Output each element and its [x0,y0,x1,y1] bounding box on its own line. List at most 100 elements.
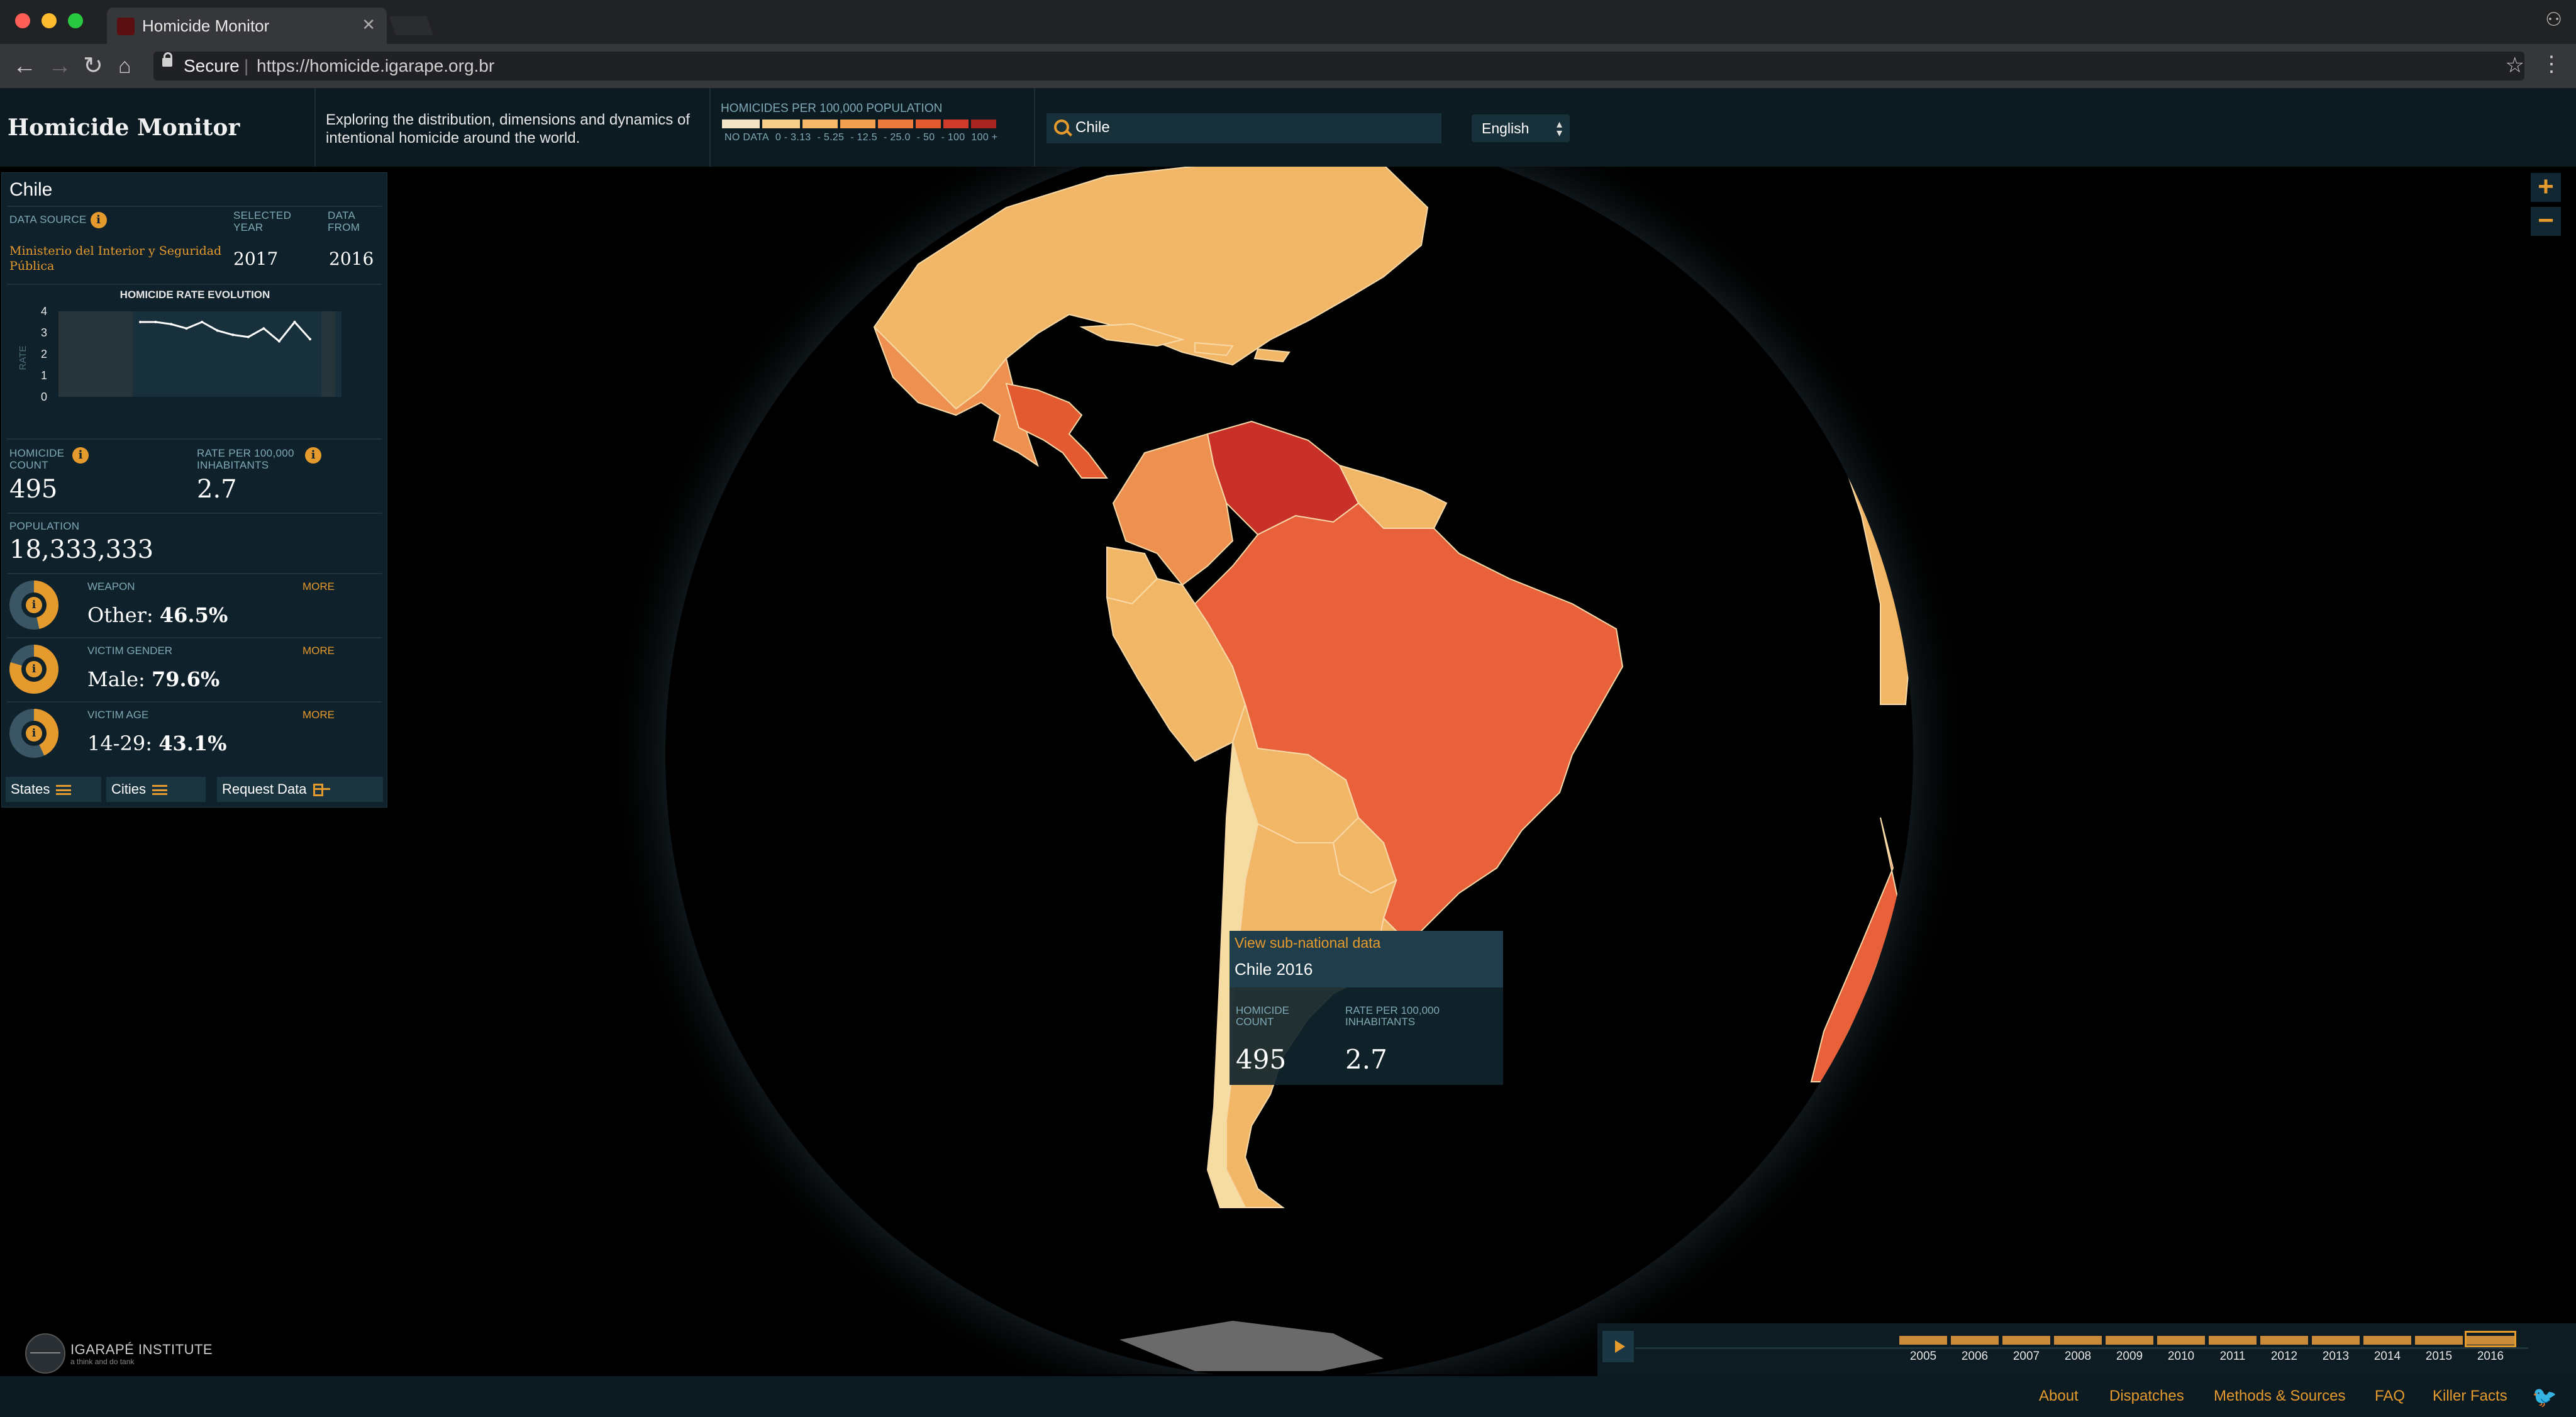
timeline-year-label[interactable]: 2007 [2002,1350,2050,1364]
home-icon[interactable]: ⌂ [118,52,131,81]
igarape-logo[interactable] [25,1333,65,1374]
minimize-window-button[interactable] [42,13,57,28]
timeline-year-bar[interactable] [1951,1336,1999,1345]
y-tick-label: 1 [41,369,47,382]
cities-button[interactable]: Cities [106,777,206,802]
language-select[interactable]: English ▴ ▾ [1472,114,1570,142]
timeline-track[interactable] [1635,1347,2528,1349]
play-button[interactable] [1602,1331,1634,1362]
footer-link-faq[interactable]: FAQ [2375,1387,2405,1405]
data-source-link[interactable]: Ministerio del Interior y Seguridad Públ… [9,243,223,274]
victim-gender-value: Male: 79.6% [87,667,219,691]
new-tab-button[interactable] [389,16,434,35]
timeline-year-label[interactable]: 2006 [1951,1350,1999,1364]
timeline-year-bar[interactable] [2157,1336,2205,1345]
timeline-year-label[interactable]: 2012 [2260,1350,2308,1364]
timeline-year-bar[interactable] [2054,1336,2102,1345]
y-tick-label: 4 [41,305,47,318]
states-button[interactable]: States [6,777,101,802]
timeline-year-bar[interactable] [2415,1336,2463,1345]
homicide-count-value: 495 [9,475,58,504]
tab-close-icon[interactable]: ✕ [362,15,375,35]
favicon-icon [117,18,135,35]
zoom-in-button[interactable]: + [2531,173,2561,202]
population-label: POPULATION [9,520,80,532]
timeline-year-label[interactable]: 2009 [2106,1350,2153,1364]
timeline-year-bar[interactable] [2002,1336,2050,1345]
back-icon[interactable]: ← [13,52,36,81]
url-text[interactable]: https://homicide.igarape.org.br [244,56,494,76]
footer-link-methods[interactable]: Methods & Sources [2214,1387,2345,1405]
timeline-year-label[interactable]: 2008 [2054,1350,2102,1364]
footer-link-dispatches[interactable]: Dispatches [2109,1387,2184,1405]
timeline-year-label[interactable]: 2011 [2209,1350,2257,1364]
timeline-year-label[interactable]: 2014 [2363,1350,2411,1364]
view-subnational-link[interactable]: View sub-national data [1235,935,1380,952]
weapon-value: Other: 46.5% [87,603,228,627]
rate-label: RATE PER 100,000 INHABITANTS [197,447,294,471]
footer-link-killer-facts[interactable]: Killer Facts [2433,1387,2507,1405]
victim-age-more-link[interactable]: MORE [303,709,335,721]
rate-data-point [277,340,280,343]
footer-link-about[interactable]: About [2039,1387,2079,1405]
legend-swatch [971,119,996,128]
twitter-icon[interactable]: 🐦 [2532,1385,2557,1409]
timeline-year-bar[interactable] [2260,1336,2308,1345]
legend-label: - 25.0 [883,132,911,143]
timeline-year-label[interactable]: 2015 [2415,1350,2463,1364]
site-title[interactable]: Homicide Monitor [8,114,240,141]
forward-icon[interactable]: → [48,52,72,81]
timeline-year-bar[interactable] [2209,1336,2257,1345]
info-icon[interactable]: i [305,447,321,464]
weapon-donut-chart: i [9,581,58,630]
homicide-rate-chart[interactable]: 01234RATEYEARno data [14,301,367,408]
legend-label: NO DATA [724,132,769,143]
cities-label: Cities [111,781,147,797]
legend-labels: NO DATA 0 - 3.13 - 5.25 - 12.5 - 25.0 - 50 - 1… [724,132,1004,143]
timeline-year-bar[interactable] [2106,1336,2153,1345]
tooltip-header: View sub-national data Chile 2016 [1230,931,1503,987]
search-input[interactable] [1074,118,1429,137]
header-divider [314,88,316,167]
timeline-year-label[interactable]: 2013 [2312,1350,2360,1364]
data-source-label: DATA SOURCE [9,213,87,226]
reload-icon[interactable]: ↻ [83,52,103,81]
info-icon[interactable]: i [90,212,107,228]
tooltip-body: HOMICIDE COUNT 495 RATE PER 100,000 INHA… [1230,987,1503,1085]
divider [7,206,382,207]
zoom-out-button[interactable]: − [2531,207,2561,236]
rate-data-point [185,327,188,330]
data-from-label: DATA FROM [328,209,360,233]
request-data-label: Request Data [222,781,307,797]
divider [7,701,382,703]
victim-gender-donut-chart: i [9,645,58,694]
request-data-button[interactable]: Request Data [217,777,383,802]
browser-menu-icon[interactable]: ⋮ [2541,52,2562,77]
timeline-year-label[interactable]: 2010 [2157,1350,2205,1364]
bookmark-star-icon[interactable]: ☆ [2506,53,2524,78]
y-tick-label: 3 [41,326,47,339]
legend-label: - 5.25 [817,132,845,143]
y-tick-label: 2 [41,348,47,360]
homicide-count-label: HOMICIDE COUNT [9,447,65,471]
country-search[interactable] [1046,113,1441,143]
weapon-percent: 46.5% [159,603,228,627]
data-from-value: 2016 [329,248,374,269]
chart-no-data-region [321,311,335,397]
maximize-window-button[interactable] [68,13,83,28]
timeline-year-label[interactable]: 2005 [1899,1350,1947,1364]
timeline-year-bar[interactable] [1899,1336,1947,1345]
address-bar[interactable]: Secure https://homicide.igarape.org.br ☆ [153,52,2524,81]
info-icon[interactable]: i [72,447,89,464]
close-window-button[interactable] [15,13,30,28]
timeline-selected-handle[interactable] [2465,1331,2516,1347]
browser-tab[interactable]: Homicide Monitor ✕ [107,8,387,44]
y-tick-label: 0 [41,391,47,403]
weapon-more-link[interactable]: MORE [303,581,335,593]
timeline-year-label[interactable]: 2016 [2467,1350,2514,1364]
timeline-year-bar[interactable] [2363,1336,2411,1345]
timeline-year-bar[interactable] [2312,1336,2360,1345]
victim-gender-more-link[interactable]: MORE [303,645,335,657]
profile-icon[interactable]: ⚇ [2545,9,2562,31]
list-icon [152,785,168,796]
